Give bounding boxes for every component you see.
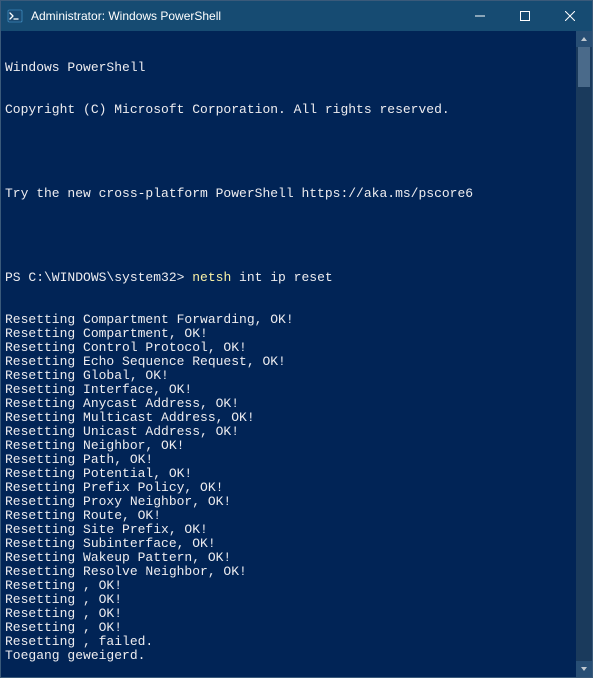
- console-header-line: Copyright (C) Microsoft Corporation. All…: [5, 103, 572, 117]
- window-title: Administrator: Windows PowerShell: [29, 9, 457, 23]
- window-titlebar: Administrator: Windows PowerShell: [1, 1, 592, 31]
- output-line: Resetting Interface, OK!: [5, 383, 572, 397]
- output-line: Resetting Control Protocol, OK!: [5, 341, 572, 355]
- console-output[interactable]: Windows PowerShell Copyright (C) Microso…: [1, 31, 576, 677]
- output-line: Resetting Compartment, OK!: [5, 327, 572, 341]
- output-line: Resetting Neighbor, OK!: [5, 439, 572, 453]
- output-line: Resetting Compartment Forwarding, OK!: [5, 313, 572, 327]
- output-line: Resetting , OK!: [5, 607, 572, 621]
- output-line: Resetting Unicast Address, OK!: [5, 425, 572, 439]
- output-block: Resetting Compartment Forwarding, OK!Res…: [5, 313, 572, 677]
- output-line: Resetting Global, OK!: [5, 369, 572, 383]
- command-args: int ip reset: [231, 270, 332, 285]
- console-header-line: Windows PowerShell: [5, 61, 572, 75]
- output-line: Resetting , failed.: [5, 635, 572, 649]
- output-line: Resetting , OK!: [5, 593, 572, 607]
- output-line: Resetting Resolve Neighbor, OK!: [5, 565, 572, 579]
- output-line: Resetting Path, OK!: [5, 453, 572, 467]
- powershell-icon: [7, 8, 23, 24]
- output-line: Resetting Prefix Policy, OK!: [5, 481, 572, 495]
- output-line: Resetting Site Prefix, OK!: [5, 523, 572, 537]
- blank-line: [5, 229, 572, 243]
- scroll-track[interactable]: [576, 47, 592, 661]
- scroll-thumb[interactable]: [578, 47, 590, 87]
- maximize-button[interactable]: [502, 1, 547, 31]
- minimize-button[interactable]: [457, 1, 502, 31]
- scroll-down-arrow[interactable]: [576, 661, 592, 677]
- output-line: Resetting Potential, OK!: [5, 467, 572, 481]
- output-line: Toegang geweigerd.: [5, 649, 572, 663]
- blank-line: [5, 145, 572, 159]
- output-line: Resetting Proxy Neighbor, OK!: [5, 495, 572, 509]
- output-line: Resetting Subinterface, OK!: [5, 537, 572, 551]
- console-try-line: Try the new cross-platform PowerShell ht…: [5, 187, 572, 201]
- vertical-scrollbar[interactable]: [576, 31, 592, 677]
- output-line: Resetting Multicast Address, OK!: [5, 411, 572, 425]
- output-line: Resetting Wakeup Pattern, OK!: [5, 551, 572, 565]
- output-line: Resetting Route, OK!: [5, 509, 572, 523]
- command-text: netsh: [192, 270, 231, 285]
- console-area: Windows PowerShell Copyright (C) Microso…: [1, 31, 592, 677]
- window-controls: [457, 1, 592, 31]
- scroll-up-arrow[interactable]: [576, 31, 592, 47]
- close-button[interactable]: [547, 1, 592, 31]
- output-line: Resetting Echo Sequence Request, OK!: [5, 355, 572, 369]
- output-line: Resetting , OK!: [5, 621, 572, 635]
- output-line: [5, 663, 572, 677]
- output-line: Resetting Anycast Address, OK!: [5, 397, 572, 411]
- prompt-line: PS C:\WINDOWS\system32> netsh int ip res…: [5, 271, 572, 285]
- output-line: Resetting , OK!: [5, 579, 572, 593]
- prompt-prefix: PS C:\WINDOWS\system32>: [5, 270, 192, 285]
